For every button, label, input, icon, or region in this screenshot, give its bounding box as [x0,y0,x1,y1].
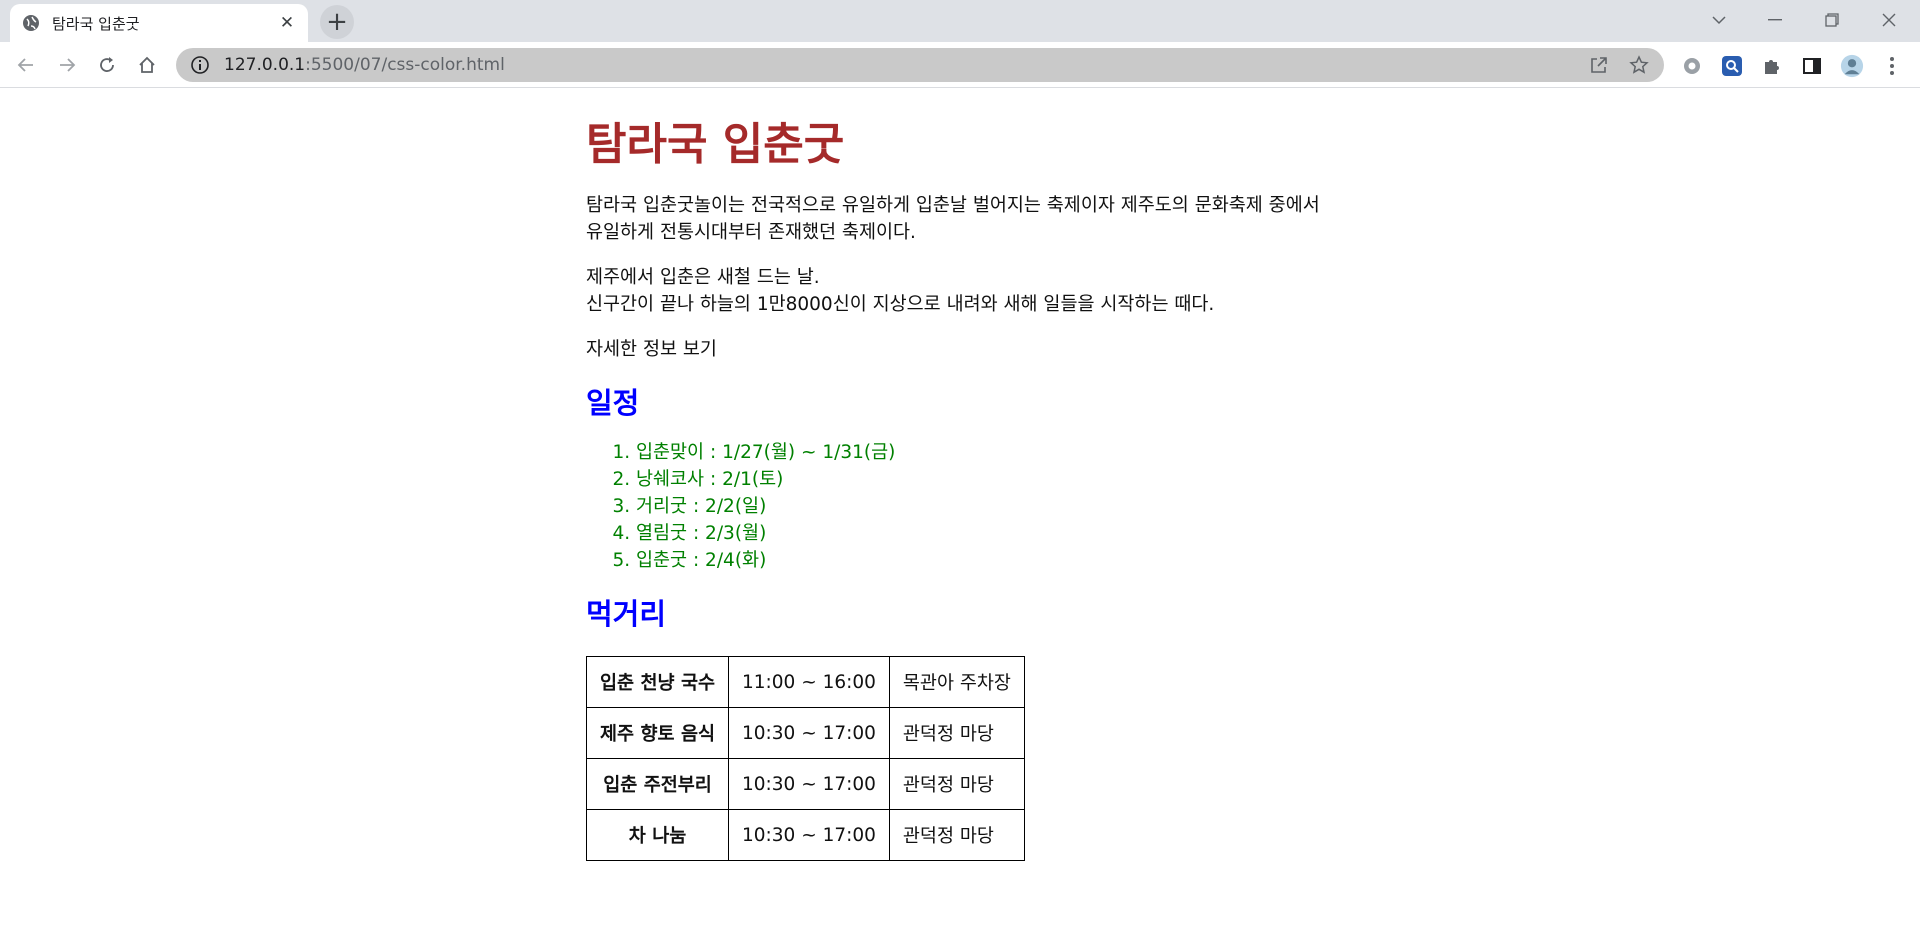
page-content: 탐라국 입춘굿 탐라국 입춘굿놀이는 전국적으로 유일하게 입춘날 벌어지는 축… [585,88,1326,861]
browser-toolbar: 127.0.0.1:5500/07/css-color.html [0,42,1920,88]
list-item: 입춘굿 : 2/4(화) [636,547,1326,574]
home-icon[interactable] [133,51,161,79]
plus-icon[interactable]: + [320,5,354,39]
arrow-right-icon[interactable] [53,51,81,79]
page-title: 탐라국 입춘굿 [586,119,845,170]
gear-icon[interactable] [1680,54,1704,78]
food-heading: 먹거리 [586,597,667,631]
food-name: 차 나눔 [585,809,730,861]
minimize-icon[interactable] [1752,6,1798,34]
season-paragraph: 제주에서 입춘은 새철 드는 날. 신구간이 끝나 하늘의 1만8000신이 지… [586,264,1326,318]
table-row: 입춘 주전부리 10:30 ~ 17:00 관덕정 마당 [585,758,1025,810]
close-icon[interactable]: ✕ [278,13,296,33]
food-place: 목관아 주차장 [888,656,1025,708]
list-item: 입춘맞이 : 1/27(월) ~ 1/31(금) [636,439,1326,466]
food-place: 관덕정 마당 [888,758,1025,810]
food-time: 11:00 ~ 16:00 [728,656,890,708]
food-place: 관덕정 마당 [888,809,1025,861]
season-line-1: 제주에서 입춘은 새철 드는 날. [586,267,820,288]
avatar[interactable] [1840,54,1864,78]
puzzle-icon[interactable] [1760,54,1784,78]
more-info-link[interactable]: 자세한 정보 보기 [586,336,1326,363]
food-place: 관덕정 마당 [888,707,1025,759]
schedule-list: 입춘맞이 : 1/27(월) ~ 1/31(금) 낭쉐코사 : 2/1(토) 거… [586,439,1326,574]
table-row: 차 나눔 10:30 ~ 17:00 관덕정 마당 [585,809,1025,861]
star-icon[interactable] [1628,54,1650,76]
chevron-down-icon[interactable] [1696,6,1742,34]
side-panel-icon[interactable] [1800,54,1824,78]
food-table: 입춘 천냥 국수 11:00 ~ 16:00 목관아 주차장 제주 향토 음식 … [585,656,1025,861]
food-name: 입춘 주전부리 [585,758,730,810]
season-line-2: 신구간이 끝나 하늘의 1만8000신이 지상으로 내려와 새해 일들을 시작하… [586,294,1215,315]
food-time: 10:30 ~ 17:00 [728,758,890,810]
intro-paragraph: 탐라국 입춘굿놀이는 전국적으로 유일하게 입춘날 벌어지는 축제이자 제주도의… [586,195,1320,243]
reload-icon[interactable] [93,51,121,79]
share-icon[interactable] [1588,54,1610,76]
extension-password-icon[interactable] [1720,54,1744,78]
address-bar[interactable]: 127.0.0.1:5500/07/css-color.html [176,48,1664,82]
arrow-left-icon[interactable] [12,51,40,79]
food-time: 10:30 ~ 17:00 [728,707,890,759]
tab-strip: 탐라국 입춘굿 ✕ + [0,0,1920,42]
window-close-icon[interactable] [1866,6,1912,34]
kebab-menu-icon[interactable] [1880,54,1904,78]
globe-icon [22,14,40,32]
schedule-heading: 일정 [586,386,640,420]
list-item: 거리굿 : 2/2(일) [636,493,1326,520]
info-icon[interactable] [190,55,210,75]
food-time: 10:30 ~ 17:00 [728,809,890,861]
food-name: 입춘 천냥 국수 [585,656,730,708]
list-item: 열림굿 : 2/3(월) [636,520,1326,547]
table-row: 입춘 천냥 국수 11:00 ~ 16:00 목관아 주차장 [585,656,1025,708]
food-name: 제주 향토 음식 [585,707,730,759]
browser-tab[interactable]: 탐라국 입춘굿 ✕ [10,4,308,42]
table-row: 제주 향토 음식 10:30 ~ 17:00 관덕정 마당 [585,707,1025,759]
url-text[interactable]: 127.0.0.1:5500/07/css-color.html [224,55,505,75]
list-item: 낭쉐코사 : 2/1(토) [636,466,1326,493]
tab-title: 탐라국 입춘굿 [52,14,140,33]
restore-icon[interactable] [1809,6,1855,34]
